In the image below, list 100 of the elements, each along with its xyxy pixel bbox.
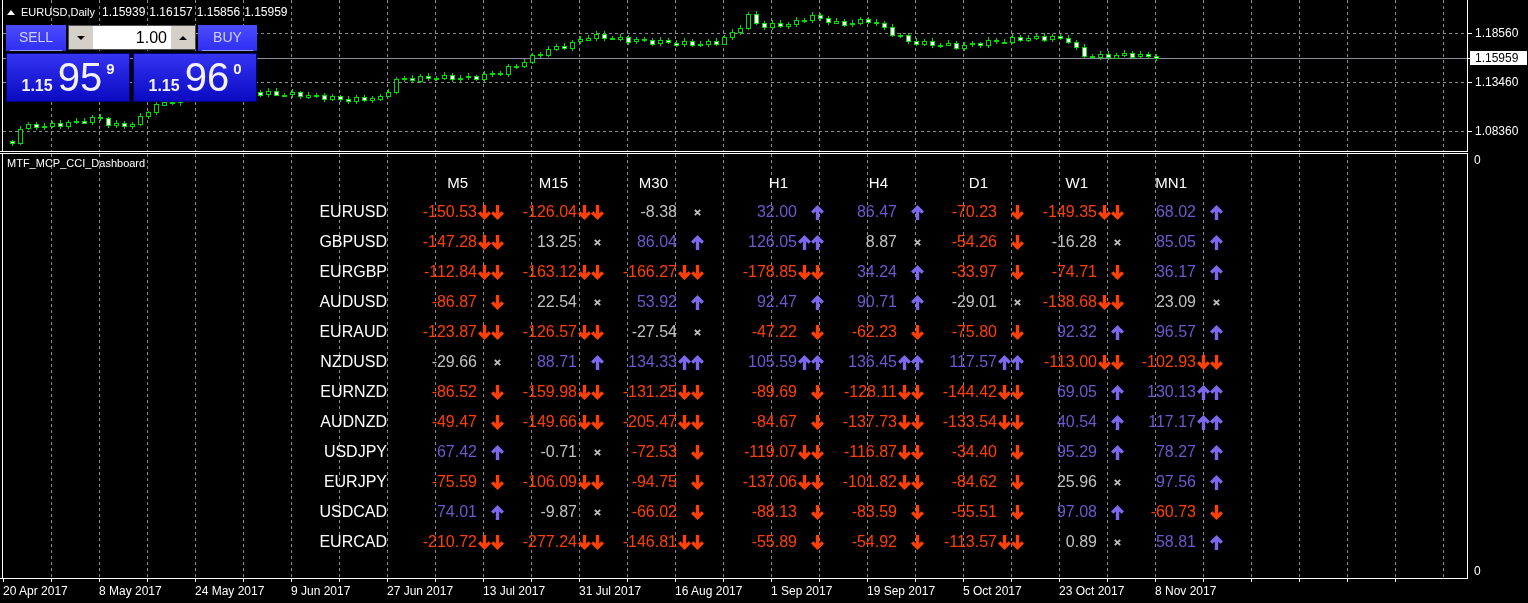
- price-label: 1.08360: [1470, 124, 1527, 138]
- symbol-label: USDJPY: [323, 443, 387, 461]
- symbol-label: EURGBP: [319, 263, 387, 281]
- indicator-title: MTF_MCP_CCI_Dashboard: [7, 157, 146, 169]
- symbol-label: GBPUSD: [319, 233, 387, 251]
- timeframe-header: M5: [447, 174, 468, 192]
- sell-button[interactable]: SELL: [6, 25, 66, 51]
- cci-value: -47.22: [751, 323, 797, 341]
- cci-value: 134.33: [628, 353, 677, 371]
- cci-value: -106.09: [522, 473, 577, 491]
- cci-value: 126.05: [748, 233, 797, 251]
- cci-value: 85.05: [1155, 233, 1196, 251]
- cci-value: 67.42: [436, 443, 477, 461]
- cci-value: 68.02: [1155, 203, 1196, 221]
- cci-value: -72.53: [631, 443, 677, 461]
- cci-value: -62.23: [851, 323, 897, 341]
- cci-value: -277.24: [522, 533, 577, 551]
- cci-value: 34.24: [856, 263, 897, 281]
- cci-value: -126.04: [522, 203, 577, 221]
- cci-value: 117.17: [1148, 413, 1196, 431]
- symbol-label: EURUSD: [319, 203, 387, 221]
- cci-value: 32.00: [756, 203, 797, 221]
- cci-value: -159.98: [522, 383, 577, 401]
- cci-value: -29.66: [431, 353, 477, 371]
- cci-value: 78.27: [1155, 443, 1196, 461]
- axis-label: 0: [1474, 564, 1481, 578]
- cci-value: -137.06: [742, 473, 797, 491]
- cci-value: -60.73: [1150, 503, 1196, 521]
- symbol-label: USDCAD: [319, 503, 387, 521]
- symbol-label: EURAUD: [319, 323, 387, 341]
- triangle-icon[interactable]: [7, 9, 15, 15]
- cci-value: -144.42: [942, 383, 997, 401]
- cci-value: 130.13: [1147, 383, 1196, 401]
- cci-value: -49.47: [431, 413, 477, 431]
- cci-value: -113.57: [943, 533, 997, 551]
- ohlc-price: 1.16157: [149, 5, 193, 19]
- cci-value: -149.66: [522, 413, 577, 431]
- cci-value: -126.57: [522, 323, 577, 341]
- cci-value: 13.25: [536, 233, 577, 251]
- date-label: 20 Apr 2017: [3, 583, 69, 600]
- cci-value: -149.35: [1042, 203, 1097, 221]
- cci-value: -101.82: [842, 473, 897, 491]
- cci-value: -55.89: [751, 533, 797, 551]
- cci-value: -84.67: [751, 413, 797, 431]
- cci-value: -8.38: [640, 203, 677, 221]
- timeframe-header: D1: [968, 174, 988, 192]
- cci-value: -138.68: [1042, 293, 1097, 311]
- cci-value: -146.81: [622, 533, 677, 551]
- cci-value: 96.57: [1155, 323, 1196, 341]
- symbol-label: EURCAD: [319, 533, 387, 551]
- cci-value: 25.96: [1056, 473, 1097, 491]
- cci-value: -137.73: [842, 413, 897, 431]
- cci-value: -66.02: [631, 503, 677, 521]
- cci-value: -210.72: [422, 533, 477, 551]
- ohlc-price: 1.15939: [101, 5, 146, 19]
- cci-value: -123.87: [422, 323, 477, 341]
- cci-value: 69.05: [1056, 383, 1097, 401]
- date-label: 27 Jun 2017: [387, 583, 455, 600]
- cci-value: 36.17: [1155, 263, 1196, 281]
- cci-value: 117.57: [949, 353, 997, 371]
- cci-value: -0.71: [540, 443, 577, 461]
- cci-value: -29.01: [951, 293, 997, 311]
- axis-label: 0: [1474, 153, 1481, 167]
- cci-value: -54.26: [951, 233, 997, 251]
- cci-value: -131.25: [622, 383, 677, 401]
- cci-value: -16.28: [1051, 233, 1097, 251]
- cci-value: -113.00: [1043, 353, 1097, 371]
- cci-value: -70.23: [951, 203, 997, 221]
- timeframe-header: H1: [768, 174, 788, 192]
- price-label: 1.13460: [1470, 75, 1527, 89]
- cci-value: -205.47: [622, 413, 677, 431]
- cci-value: 74.01: [436, 503, 477, 521]
- date-label: 8 May 2017: [99, 583, 163, 600]
- cci-value: -86.52: [431, 383, 477, 401]
- timeframe-header: MN1: [1155, 174, 1187, 192]
- cci-value: -119.07: [743, 443, 797, 461]
- symbol-label: AUDUSD: [319, 293, 387, 311]
- cci-value: -163.12: [522, 263, 577, 281]
- cci-value: -102.93: [1141, 353, 1196, 371]
- date-label: 19 Sep 2017: [867, 583, 937, 600]
- cci-value: 92.47: [756, 293, 797, 311]
- cci-value: -74.71: [1051, 263, 1097, 281]
- cci-value: -89.69: [751, 383, 797, 401]
- cci-value: -116.87: [843, 443, 897, 461]
- date-label: 8 Nov 2017: [1155, 583, 1218, 600]
- cci-value: 90.71: [856, 293, 897, 311]
- timeframe-header: M15: [538, 174, 568, 192]
- cci-value: 97.08: [1056, 503, 1097, 521]
- price-label: 1.18560: [1470, 26, 1527, 40]
- cci-value: 0.89: [1065, 533, 1097, 551]
- cci-value: 97.56: [1155, 473, 1196, 491]
- cci-value: -84.62: [951, 473, 997, 491]
- cci-value: 40.54: [1056, 413, 1097, 431]
- date-label: 13 Jul 2017: [483, 583, 547, 600]
- cci-value: -86.87: [431, 293, 477, 311]
- timeframe-header: W1: [1065, 174, 1088, 192]
- symbol-label: NZDUSD: [320, 353, 387, 371]
- buy-button[interactable]: BUY: [198, 25, 257, 51]
- cci-value: -55.51: [951, 503, 997, 521]
- date-label: 31 Jul 2017: [579, 583, 643, 600]
